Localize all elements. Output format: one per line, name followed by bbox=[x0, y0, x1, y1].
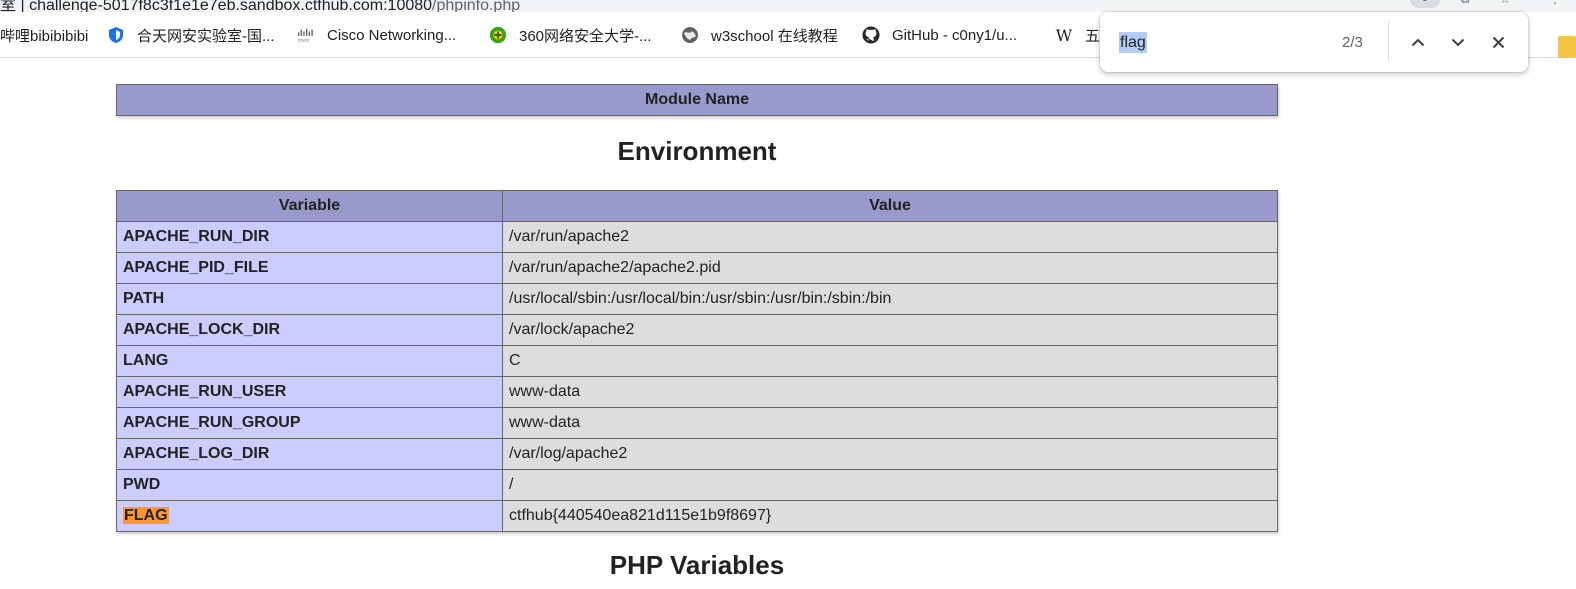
find-input[interactable]: flag bbox=[1119, 32, 1147, 53]
find-match-count: 2/3 bbox=[1342, 34, 1363, 51]
table-row: APACHE_RUN_USER www-data bbox=[116, 376, 1278, 408]
bookmark-w3school[interactable]: w3school 在线教程 bbox=[681, 23, 838, 47]
page-action-icon[interactable]: ▪ bbox=[1410, 0, 1440, 8]
360-icon bbox=[489, 26, 507, 44]
address-bar-url[interactable]: 室 | challenge-5017f8c3f1e1e7eb.sandbox.c… bbox=[0, 0, 520, 12]
close-icon bbox=[1492, 36, 1504, 48]
env-variable-name: PATH bbox=[116, 283, 503, 315]
env-variable-name: APACHE_LOCK_DIR bbox=[116, 314, 503, 346]
bookmark-bilibili[interactable]: 哔哩bibibibibi bbox=[0, 23, 88, 47]
bookmark-label: 哔哩bibibibibi bbox=[0, 27, 89, 45]
bookmark-cisco[interactable]: cisco Cisco Networking... bbox=[297, 23, 456, 47]
bookmark-hetian[interactable]: 合天网安实验室-国... bbox=[107, 23, 275, 47]
env-variable-value-flag: ctfhub{440540ea821d115e1b9f8697} bbox=[502, 500, 1278, 532]
bookmark-label: 合天网安实验室-国... bbox=[137, 27, 275, 45]
cisco-icon: cisco bbox=[297, 26, 315, 44]
environment-title: Environment bbox=[617, 136, 777, 166]
env-variable-value: www-data bbox=[502, 407, 1278, 439]
env-variable-value: / bbox=[502, 469, 1278, 501]
env-variable-value: /var/lock/apache2 bbox=[502, 314, 1278, 346]
shield-icon bbox=[107, 26, 125, 44]
bookmark-360[interactable]: 360网络安全大学-... bbox=[489, 23, 652, 47]
chevron-up-icon bbox=[1411, 38, 1425, 46]
env-variable-value: C bbox=[502, 345, 1278, 377]
address-bar[interactable]: 室 | challenge-5017f8c3f1e1e7eb.sandbox.c… bbox=[0, 0, 1576, 12]
globe-icon bbox=[681, 26, 699, 44]
find-next-button[interactable] bbox=[1445, 29, 1471, 55]
find-match-highlight: FLAG bbox=[123, 507, 169, 524]
bookmark-folder-icon[interactable] bbox=[1558, 36, 1576, 58]
find-divider bbox=[1388, 21, 1389, 61]
install-icon[interactable]: ⧉ bbox=[1450, 0, 1480, 8]
env-variable-name: PWD bbox=[116, 469, 503, 501]
find-previous-button[interactable] bbox=[1405, 29, 1431, 55]
env-variable-value: /var/run/apache2 bbox=[502, 221, 1278, 253]
env-variable-name: APACHE_RUN_GROUP bbox=[116, 407, 503, 439]
bookmark-star-icon[interactable]: ☆ bbox=[1490, 0, 1520, 8]
table-row: APACHE_LOG_DIR /var/log/apache2 bbox=[116, 438, 1278, 470]
bookmark-github[interactable]: GitHub - c0ny1/u... bbox=[862, 23, 1017, 47]
address-bar-path: /phpinfo.php bbox=[432, 0, 521, 12]
module-table: Module Name bbox=[116, 84, 1278, 116]
column-header-value: Value bbox=[502, 190, 1278, 222]
env-variable-name: APACHE_LOG_DIR bbox=[116, 438, 503, 470]
env-variable-name: APACHE_RUN_USER bbox=[116, 376, 503, 408]
table-row: FLAG ctfhub{440540ea821d115e1b9f8697} bbox=[116, 500, 1278, 532]
bookmark-label: 360网络安全大学-... bbox=[519, 27, 652, 45]
env-variable-value: /var/log/apache2 bbox=[502, 438, 1278, 470]
table-row: APACHE_LOCK_DIR /var/lock/apache2 bbox=[116, 314, 1278, 346]
environment-table: Variable Value APACHE_RUN_DIR /var/run/a… bbox=[116, 190, 1278, 532]
env-variable-name: APACHE_RUN_DIR bbox=[116, 221, 503, 253]
table-row: Module Name bbox=[116, 84, 1278, 116]
find-bar: flag 2/3 bbox=[1100, 12, 1528, 72]
bookmark-label: 五 bbox=[1085, 27, 1101, 45]
env-variable-value: /usr/local/sbin:/usr/local/bin:/usr/sbin… bbox=[502, 283, 1278, 315]
bookmark-wikipedia[interactable]: W 五 bbox=[1055, 23, 1100, 47]
table-row: APACHE_RUN_GROUP www-data bbox=[116, 407, 1278, 439]
php-variables-title: PHP Variables bbox=[609, 550, 785, 580]
table-row: PATH /usr/local/sbin:/usr/local/bin:/usr… bbox=[116, 283, 1278, 315]
table-row: PWD / bbox=[116, 469, 1278, 501]
github-icon bbox=[862, 26, 880, 44]
bookmark-label: Cisco Networking... bbox=[327, 26, 457, 44]
env-variable-value: /var/run/apache2/apache2.pid bbox=[502, 252, 1278, 284]
svg-text:cisco: cisco bbox=[298, 37, 310, 43]
table-row: APACHE_RUN_DIR /var/run/apache2 bbox=[116, 221, 1278, 253]
table-header-row: Variable Value bbox=[116, 190, 1278, 222]
wikipedia-icon: W bbox=[1055, 25, 1073, 45]
env-variable-name: APACHE_PID_FILE bbox=[116, 252, 503, 284]
table-row: APACHE_PID_FILE /var/run/apache2/apache2… bbox=[116, 252, 1278, 284]
extensions-icon[interactable]: ⋮ bbox=[1540, 0, 1570, 8]
chevron-down-icon bbox=[1451, 38, 1465, 46]
find-close-button[interactable] bbox=[1485, 29, 1511, 55]
module-name-header: Module Name bbox=[116, 84, 1278, 116]
bookmark-label: w3school 在线教程 bbox=[711, 27, 838, 45]
env-variable-name-flag: FLAG bbox=[116, 500, 503, 532]
env-variable-value: www-data bbox=[502, 376, 1278, 408]
address-bar-left-fragment: 室 | bbox=[0, 0, 25, 12]
address-bar-host: challenge-5017f8c3f1e1e7eb.sandbox.ctfhu… bbox=[29, 0, 433, 12]
table-row: LANG C bbox=[116, 345, 1278, 377]
bookmark-label: GitHub - c0ny1/u... bbox=[892, 26, 1018, 44]
env-variable-name: LANG bbox=[116, 345, 503, 377]
column-header-variable: Variable bbox=[116, 190, 503, 222]
